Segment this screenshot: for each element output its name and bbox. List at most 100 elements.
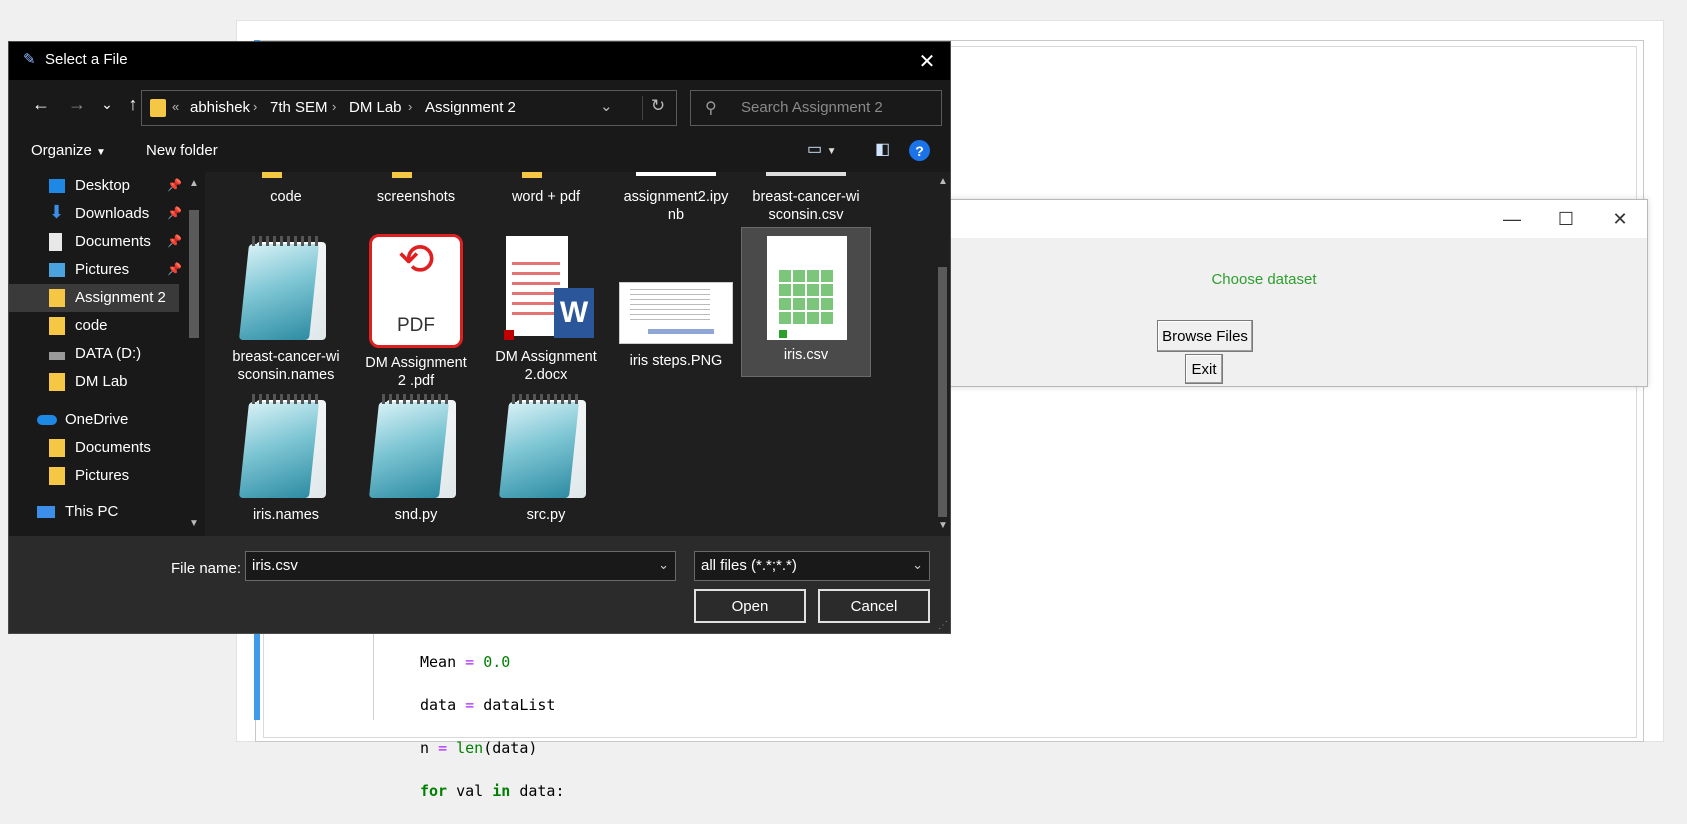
text-file-icon bbox=[238, 392, 334, 500]
nav-item-desktop[interactable]: Desktop 📌 bbox=[9, 172, 182, 200]
nav-item-data-drive[interactable]: DATA (D:) bbox=[9, 340, 179, 368]
new-folder-button[interactable]: New folder bbox=[146, 142, 218, 159]
resize-grip-icon[interactable]: ⋰ bbox=[938, 620, 948, 631]
refresh-icon[interactable]: ↻ bbox=[642, 96, 673, 120]
nav-item-onedrive[interactable]: OneDrive bbox=[9, 406, 179, 434]
breadcrumb-item[interactable]: abhishek bbox=[190, 99, 250, 116]
back-button[interactable]: ← bbox=[29, 92, 53, 116]
desktop-icon bbox=[49, 179, 65, 193]
browse-files-button[interactable]: Browse Files bbox=[1157, 320, 1253, 352]
file-item[interactable]: word + pdf bbox=[482, 172, 610, 220]
scroll-up-icon[interactable]: ▲ bbox=[938, 176, 948, 187]
file-name-input[interactable]: iris.csv ⌄ bbox=[245, 551, 676, 581]
close-icon: ✕ bbox=[1612, 208, 1628, 229]
file-item[interactable]: breast-cancer-wi sconsin.names bbox=[222, 234, 350, 384]
search-placeholder: Search Assignment 2 bbox=[741, 99, 883, 116]
close-icon: ✕ bbox=[918, 50, 936, 73]
nav-item-assignment-2[interactable]: Assignment 2 bbox=[9, 284, 179, 312]
file-list-scrollbar[interactable]: ▲ ▼ bbox=[935, 172, 950, 536]
breadcrumb-overflow[interactable]: « bbox=[172, 99, 179, 114]
file-item[interactable]: code bbox=[222, 172, 350, 220]
file-item[interactable]: assignment2.ipy nb bbox=[612, 172, 740, 223]
breadcrumb-item[interactable]: DM Lab bbox=[349, 99, 402, 116]
dialog-close-button[interactable]: ✕ bbox=[912, 46, 942, 76]
dialog-title: Select a File bbox=[45, 51, 128, 68]
file-item[interactable]: iris steps.PNG bbox=[612, 234, 740, 384]
minimize-button[interactable]: — bbox=[1485, 200, 1539, 238]
code-line: n = len(data) bbox=[420, 738, 538, 757]
breadcrumb-item[interactable]: 7th SEM bbox=[270, 99, 328, 116]
file-item[interactable]: ⟲ PDF DM Assignment 2 .pdf bbox=[352, 234, 480, 389]
cancel-button[interactable]: Cancel bbox=[818, 589, 930, 623]
nav-item-this-pc[interactable]: This PC bbox=[9, 498, 179, 526]
address-bar[interactable]: « abhishek › 7th SEM › DM Lab › Assignme… bbox=[141, 90, 677, 126]
close-button[interactable]: ✕ bbox=[1593, 200, 1647, 238]
text-file-icon bbox=[368, 392, 464, 500]
file-item[interactable]: W DM Assignment 2.docx bbox=[482, 234, 610, 384]
file-item[interactable]: iris.names bbox=[222, 392, 350, 532]
open-button[interactable]: Open bbox=[694, 589, 806, 623]
folder-icon bbox=[522, 172, 542, 178]
file-dialog: ✎ Select a File ✕ ← → ⌄ ↑ « abhishek › 7… bbox=[8, 41, 951, 634]
preview-pane-icon[interactable]: ◧ bbox=[875, 139, 890, 159]
label-row: Choose dataset bbox=[881, 271, 1647, 289]
image-file-icon bbox=[619, 282, 733, 344]
file-type-select[interactable]: all files (*.*;*.*) ⌄ bbox=[694, 551, 930, 581]
code-line: for val in data: bbox=[420, 781, 565, 800]
file-item[interactable]: screenshots bbox=[352, 172, 480, 220]
chevron-down-icon[interactable]: ⌄ bbox=[912, 557, 923, 573]
scroll-up-icon[interactable]: ▲ bbox=[189, 178, 199, 189]
nav-item-code[interactable]: code bbox=[9, 312, 179, 340]
file-name-value: iris.csv bbox=[252, 557, 298, 574]
code-editor[interactable]: Mean = 0.0 data = dataList n = len(data)… bbox=[420, 630, 565, 824]
pdf-file-icon: ⟲ PDF bbox=[369, 234, 463, 348]
search-input[interactable]: ⚲ Search Assignment 2 bbox=[690, 90, 942, 126]
arrow-up-icon: ↑ bbox=[128, 93, 138, 114]
search-icon: ⚲ bbox=[705, 100, 717, 117]
csv-file-icon bbox=[763, 234, 849, 340]
file-item[interactable]: breast-cancer-wi sconsin.csv bbox=[742, 172, 870, 223]
folder-icon bbox=[49, 439, 65, 457]
dialog-titlebar[interactable]: ✎ Select a File ✕ bbox=[9, 42, 950, 80]
navigation-bar: ← → ⌄ ↑ « abhishek › 7th SEM › DM Lab › … bbox=[9, 80, 950, 130]
scroll-down-icon[interactable]: ▼ bbox=[189, 518, 199, 529]
change-view-icon[interactable]: ▭ ▼ bbox=[807, 139, 836, 159]
chevron-down-icon[interactable]: ⌄ bbox=[658, 557, 669, 573]
file-item[interactable]: snd.py bbox=[352, 392, 480, 532]
maximize-button[interactable]: ☐ bbox=[1539, 200, 1593, 238]
help-button[interactable]: ? bbox=[909, 140, 930, 161]
nav-item-onedrive-pictures[interactable]: Pictures bbox=[9, 462, 179, 490]
nav-item-onedrive-documents[interactable]: Documents bbox=[9, 434, 179, 462]
tk-titlebar[interactable]: — ☐ ✕ bbox=[881, 200, 1647, 238]
feather-icon: ✎ bbox=[23, 51, 36, 68]
arrow-right-icon: → bbox=[68, 93, 86, 114]
nav-scrollbar[interactable]: ▲ ▼ bbox=[185, 178, 203, 530]
scroll-down-icon[interactable]: ▼ bbox=[938, 520, 948, 531]
pin-icon: 📌 bbox=[167, 178, 182, 192]
nav-item-downloads[interactable]: ⬇ Downloads 📌 bbox=[9, 200, 182, 228]
nav-item-dm-lab[interactable]: DM Lab bbox=[9, 368, 179, 396]
exit-button[interactable]: Exit bbox=[1185, 354, 1223, 384]
nav-item-documents[interactable]: Documents 📌 bbox=[9, 228, 182, 256]
nav-item-pictures[interactable]: Pictures 📌 bbox=[9, 256, 182, 284]
file-item[interactable]: src.py bbox=[482, 392, 610, 532]
pc-icon bbox=[37, 506, 55, 518]
folder-icon bbox=[262, 172, 282, 178]
downloads-icon: ⬇ bbox=[49, 202, 65, 222]
file-name-label: File name: bbox=[171, 560, 242, 577]
folder-icon bbox=[49, 467, 65, 485]
folder-icon bbox=[49, 373, 65, 391]
forward-button[interactable]: → bbox=[65, 92, 89, 116]
word-file-icon: W bbox=[498, 234, 594, 342]
scrollbar-thumb[interactable] bbox=[189, 210, 199, 338]
chevron-down-icon: ⌄ bbox=[101, 95, 113, 112]
arrow-left-icon: ← bbox=[32, 93, 50, 114]
file-item-selected[interactable]: iris.csv bbox=[741, 227, 871, 377]
pin-icon: 📌 bbox=[167, 262, 182, 276]
file-list: code screenshots word + pdf assignment2.… bbox=[205, 172, 935, 536]
breadcrumb-item[interactable]: Assignment 2 bbox=[425, 99, 516, 116]
scrollbar-thumb[interactable] bbox=[938, 267, 947, 517]
organize-button[interactable]: Organize ▼ bbox=[31, 142, 106, 159]
recent-locations-button[interactable]: ⌄ bbox=[95, 92, 119, 116]
chevron-down-icon[interactable]: ⌄ bbox=[600, 97, 613, 115]
